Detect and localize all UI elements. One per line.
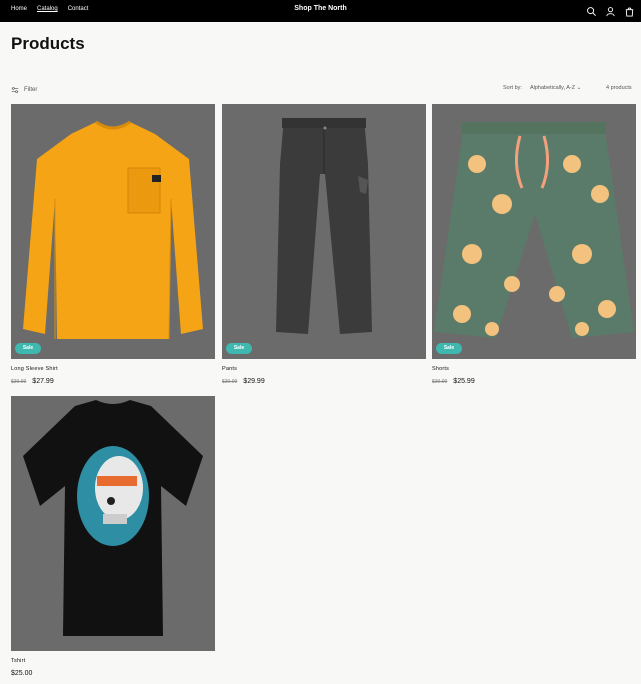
header-bar: Home Catalog Contact Shop The North	[0, 0, 641, 22]
product-price: $39.99 $25.99	[432, 378, 636, 385]
sale-price: $25.99	[453, 378, 475, 385]
sale-badge: Sale	[15, 343, 41, 354]
product-price: $39.99 $29.99	[222, 378, 426, 385]
store-brand[interactable]: Shop The North	[0, 5, 641, 12]
sort-value: Alphabetically, A-Z	[529, 85, 576, 91]
product-card[interactable]: Sale Shorts $39.99 $25.99	[432, 104, 636, 385]
sort-label: Sort by:	[503, 85, 522, 91]
sort-control: Sort by: Alphabetically, A-Z ⌄	[503, 85, 581, 91]
original-price: $39.99	[11, 379, 27, 385]
product-image[interactable]	[11, 396, 215, 651]
product-name[interactable]: Pants	[222, 366, 426, 372]
sale-price: $27.99	[32, 378, 54, 385]
product-price: $25.00	[11, 670, 215, 677]
search-icon[interactable]	[586, 4, 597, 16]
account-icon[interactable]	[605, 4, 616, 17]
sale-badge: Sale	[436, 343, 462, 354]
product-card[interactable]: Sale Long Sleeve Shirt $39.99 $27.99	[11, 104, 215, 385]
cart-icon[interactable]	[624, 4, 635, 17]
product-price: $39.99 $27.99	[11, 378, 215, 385]
sort-select[interactable]: Alphabetically, A-Z ⌄	[530, 85, 581, 91]
original-price: $39.99	[222, 379, 238, 385]
product-card[interactable]: Tshirt $25.00	[11, 396, 215, 677]
product-image[interactable]: Sale	[432, 104, 636, 359]
product-name[interactable]: Long Sleeve Shirt	[11, 366, 215, 372]
product-count: 4 products	[606, 85, 632, 91]
product-name[interactable]: Shorts	[432, 366, 636, 372]
product-name[interactable]: Tshirt	[11, 658, 215, 664]
header-icons	[586, 4, 635, 17]
sale-badge: Sale	[226, 343, 252, 354]
product-image[interactable]: Sale	[11, 104, 215, 359]
product-image[interactable]: Sale	[222, 104, 426, 359]
chevron-down-icon: ⌄	[576, 85, 582, 91]
filter-label: Filter	[24, 87, 38, 93]
original-price: $39.99	[432, 379, 448, 385]
filter-button[interactable]: Filter	[11, 86, 37, 94]
product-card[interactable]: Sale Pants $39.99 $29.99	[222, 104, 426, 385]
filter-icon	[11, 87, 19, 93]
sale-price: $29.99	[243, 378, 265, 385]
regular-price: $25.00	[11, 670, 33, 677]
page-title: Products	[11, 34, 85, 53]
